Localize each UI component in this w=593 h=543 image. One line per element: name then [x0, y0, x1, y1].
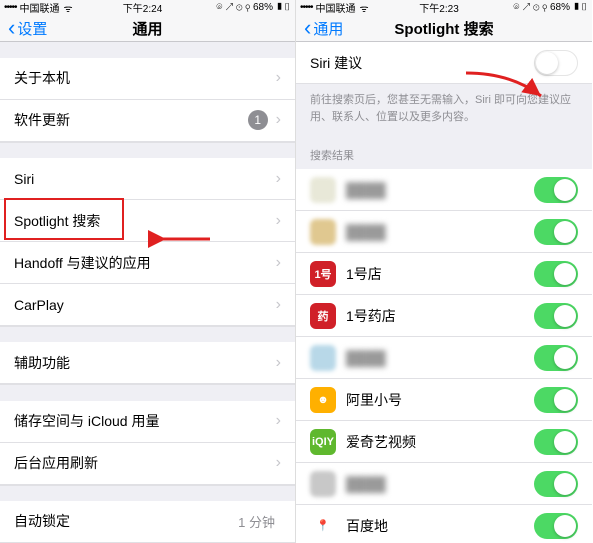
app-row[interactable]: iQIY 爱奇艺视频: [296, 421, 592, 463]
row-bg-refresh[interactable]: 后台应用刷新 ›: [0, 443, 295, 485]
chevron-right-icon: ›: [276, 212, 281, 230]
chevron-right-icon: ›: [276, 111, 281, 129]
row-handoff[interactable]: Handoff 与建议的应用 ›: [0, 242, 295, 284]
chevron-right-icon: ›: [276, 412, 281, 430]
app-icon: [310, 345, 336, 371]
app-label: 爱奇艺视频: [346, 432, 534, 452]
back-button[interactable]: ‹ 设置: [8, 15, 47, 41]
app-row[interactable]: ☻ 阿里小号: [296, 379, 592, 421]
app-row[interactable]: ████: [296, 211, 592, 253]
app-row[interactable]: 1号 1号店: [296, 253, 592, 295]
results-section-header: 搜索结果: [296, 133, 592, 169]
back-button[interactable]: ‹ 通用: [304, 15, 343, 41]
chevron-right-icon: ›: [276, 454, 281, 472]
chevron-right-icon: ›: [276, 69, 281, 87]
navbar: ‹ 设置 通用: [0, 15, 295, 42]
siri-description: 前往搜索页后，您甚至无需输入，Siri 即可向您建议应用、联系人、位置以及更多内…: [296, 84, 592, 133]
app-toggle[interactable]: [534, 177, 578, 203]
app-icon: iQIY: [310, 429, 336, 455]
siri-suggestions-toggle[interactable]: [534, 50, 578, 76]
app-toggle[interactable]: [534, 261, 578, 287]
chevron-right-icon: ›: [276, 254, 281, 272]
app-label: 百度地: [346, 516, 534, 536]
app-row[interactable]: 📍 百度地: [296, 505, 592, 543]
app-results-list: ████ ████ 1号 1号店药 1号药店 ████ ☻ 阿里小号 iQIY 爱奇艺视频 ████…: [296, 169, 592, 543]
row-about[interactable]: 关于本机 ›: [0, 58, 295, 100]
row-autolock[interactable]: 自动锁定 1 分钟: [0, 501, 295, 543]
app-label: 1号药店: [346, 306, 534, 326]
app-toggle[interactable]: [534, 429, 578, 455]
update-badge: 1: [248, 110, 268, 130]
app-icon: 药: [310, 303, 336, 329]
app-label: ████: [346, 224, 534, 240]
app-row[interactable]: ████: [296, 337, 592, 379]
row-software-update[interactable]: 软件更新 1 ›: [0, 100, 295, 142]
navbar: ‹ 通用 Spotlight 搜索: [296, 15, 592, 42]
app-icon: [310, 219, 336, 245]
chevron-right-icon: ›: [276, 296, 281, 314]
app-icon: 📍: [310, 513, 336, 539]
app-row[interactable]: 药 1号药店: [296, 295, 592, 337]
chevron-left-icon: ‹: [8, 15, 15, 41]
app-icon: [310, 177, 336, 203]
app-toggle[interactable]: [534, 345, 578, 371]
phone-left-general-settings: ••••• 中国联通 ᯤ 下午2:24 ⌾ ↗ ⊙ ⚲ 68% ▮▯ ‹ 设置 …: [0, 0, 296, 543]
app-toggle[interactable]: [534, 513, 578, 539]
phone-right-spotlight: ••••• 中国联通 ᯤ 下午2:23 ⌾ ↗ ⊙ ⚲ 68% ▮▯ ‹ 通用 …: [296, 0, 592, 543]
wifi-icon: ᯤ: [64, 1, 73, 15]
app-toggle[interactable]: [534, 471, 578, 497]
app-row[interactable]: ████: [296, 463, 592, 505]
status-bar: ••••• 中国联通 ᯤ 下午2:23 ⌾ ↗ ⊙ ⚲ 68% ▮▯: [296, 0, 592, 15]
row-carplay[interactable]: CarPlay ›: [0, 284, 295, 326]
chevron-right-icon: ›: [276, 170, 281, 188]
status-bar: ••••• 中国联通 ᯤ 下午2:24 ⌾ ↗ ⊙ ⚲ 68% ▮▯: [0, 0, 295, 15]
row-storage[interactable]: 储存空间与 iCloud 用量 ›: [0, 401, 295, 443]
app-icon: ☻: [310, 387, 336, 413]
row-spotlight[interactable]: Spotlight 搜索 ›: [0, 200, 295, 242]
app-toggle[interactable]: [534, 303, 578, 329]
app-label: 1号店: [346, 264, 534, 284]
app-icon: [310, 471, 336, 497]
chevron-right-icon: ›: [276, 354, 281, 372]
app-icon: 1号: [310, 261, 336, 287]
app-label: 阿里小号: [346, 390, 534, 410]
app-label: ████: [346, 182, 534, 198]
app-toggle[interactable]: [534, 387, 578, 413]
chevron-left-icon: ‹: [304, 15, 311, 41]
wifi-icon: ᯤ: [360, 1, 369, 15]
row-accessibility[interactable]: 辅助功能 ›: [0, 342, 295, 384]
app-row[interactable]: ████: [296, 169, 592, 211]
row-siri[interactable]: Siri ›: [0, 158, 295, 200]
app-label: ████: [346, 476, 534, 492]
app-label: ████: [346, 350, 534, 366]
app-toggle[interactable]: [534, 219, 578, 245]
row-siri-suggestions[interactable]: Siri 建议: [296, 42, 592, 84]
